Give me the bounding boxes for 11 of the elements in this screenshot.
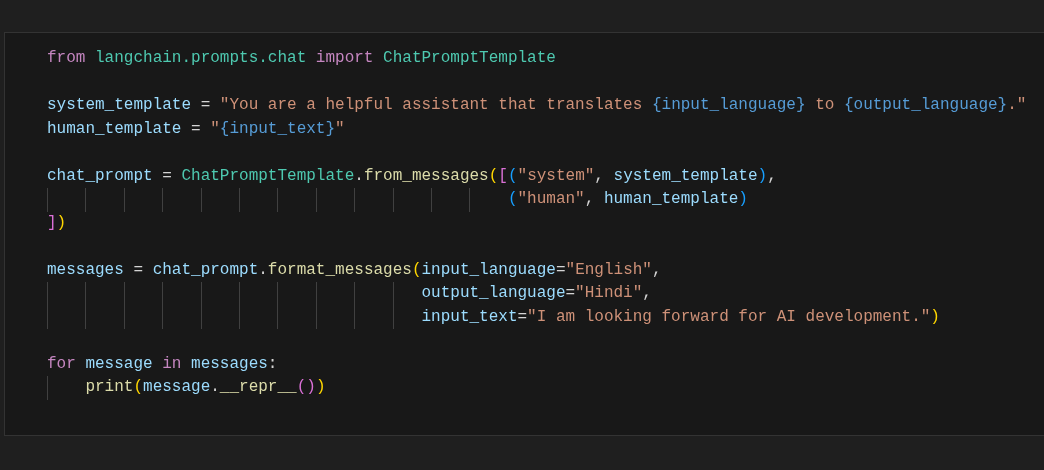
code-line: human_template = "{input_text}" — [47, 118, 345, 140]
code-line: messages = chat_prompt.format_messages(input_language="English", — [47, 259, 662, 281]
code-line: chat_prompt = ChatPromptTemplate.from_messages([("system", system_template), — [47, 165, 777, 187]
code-line: ]) — [47, 212, 67, 234]
code-line: output_language="Hindi", — [47, 282, 652, 306]
code-line: from langchain.prompts.chat import ChatPromptTemplate — [47, 48, 556, 69]
code-line: ("human", human_template) — [47, 188, 748, 212]
code-line: for message in messages: — [47, 353, 278, 375]
code-line: input_text="I am looking forward for AI development.") — [47, 305, 940, 329]
code-line: system_template = "You are a helpful assistant that translates {input_language} to {output_language}." — [47, 95, 1027, 116]
code-line: print(message.__repr__()) — [47, 376, 326, 400]
